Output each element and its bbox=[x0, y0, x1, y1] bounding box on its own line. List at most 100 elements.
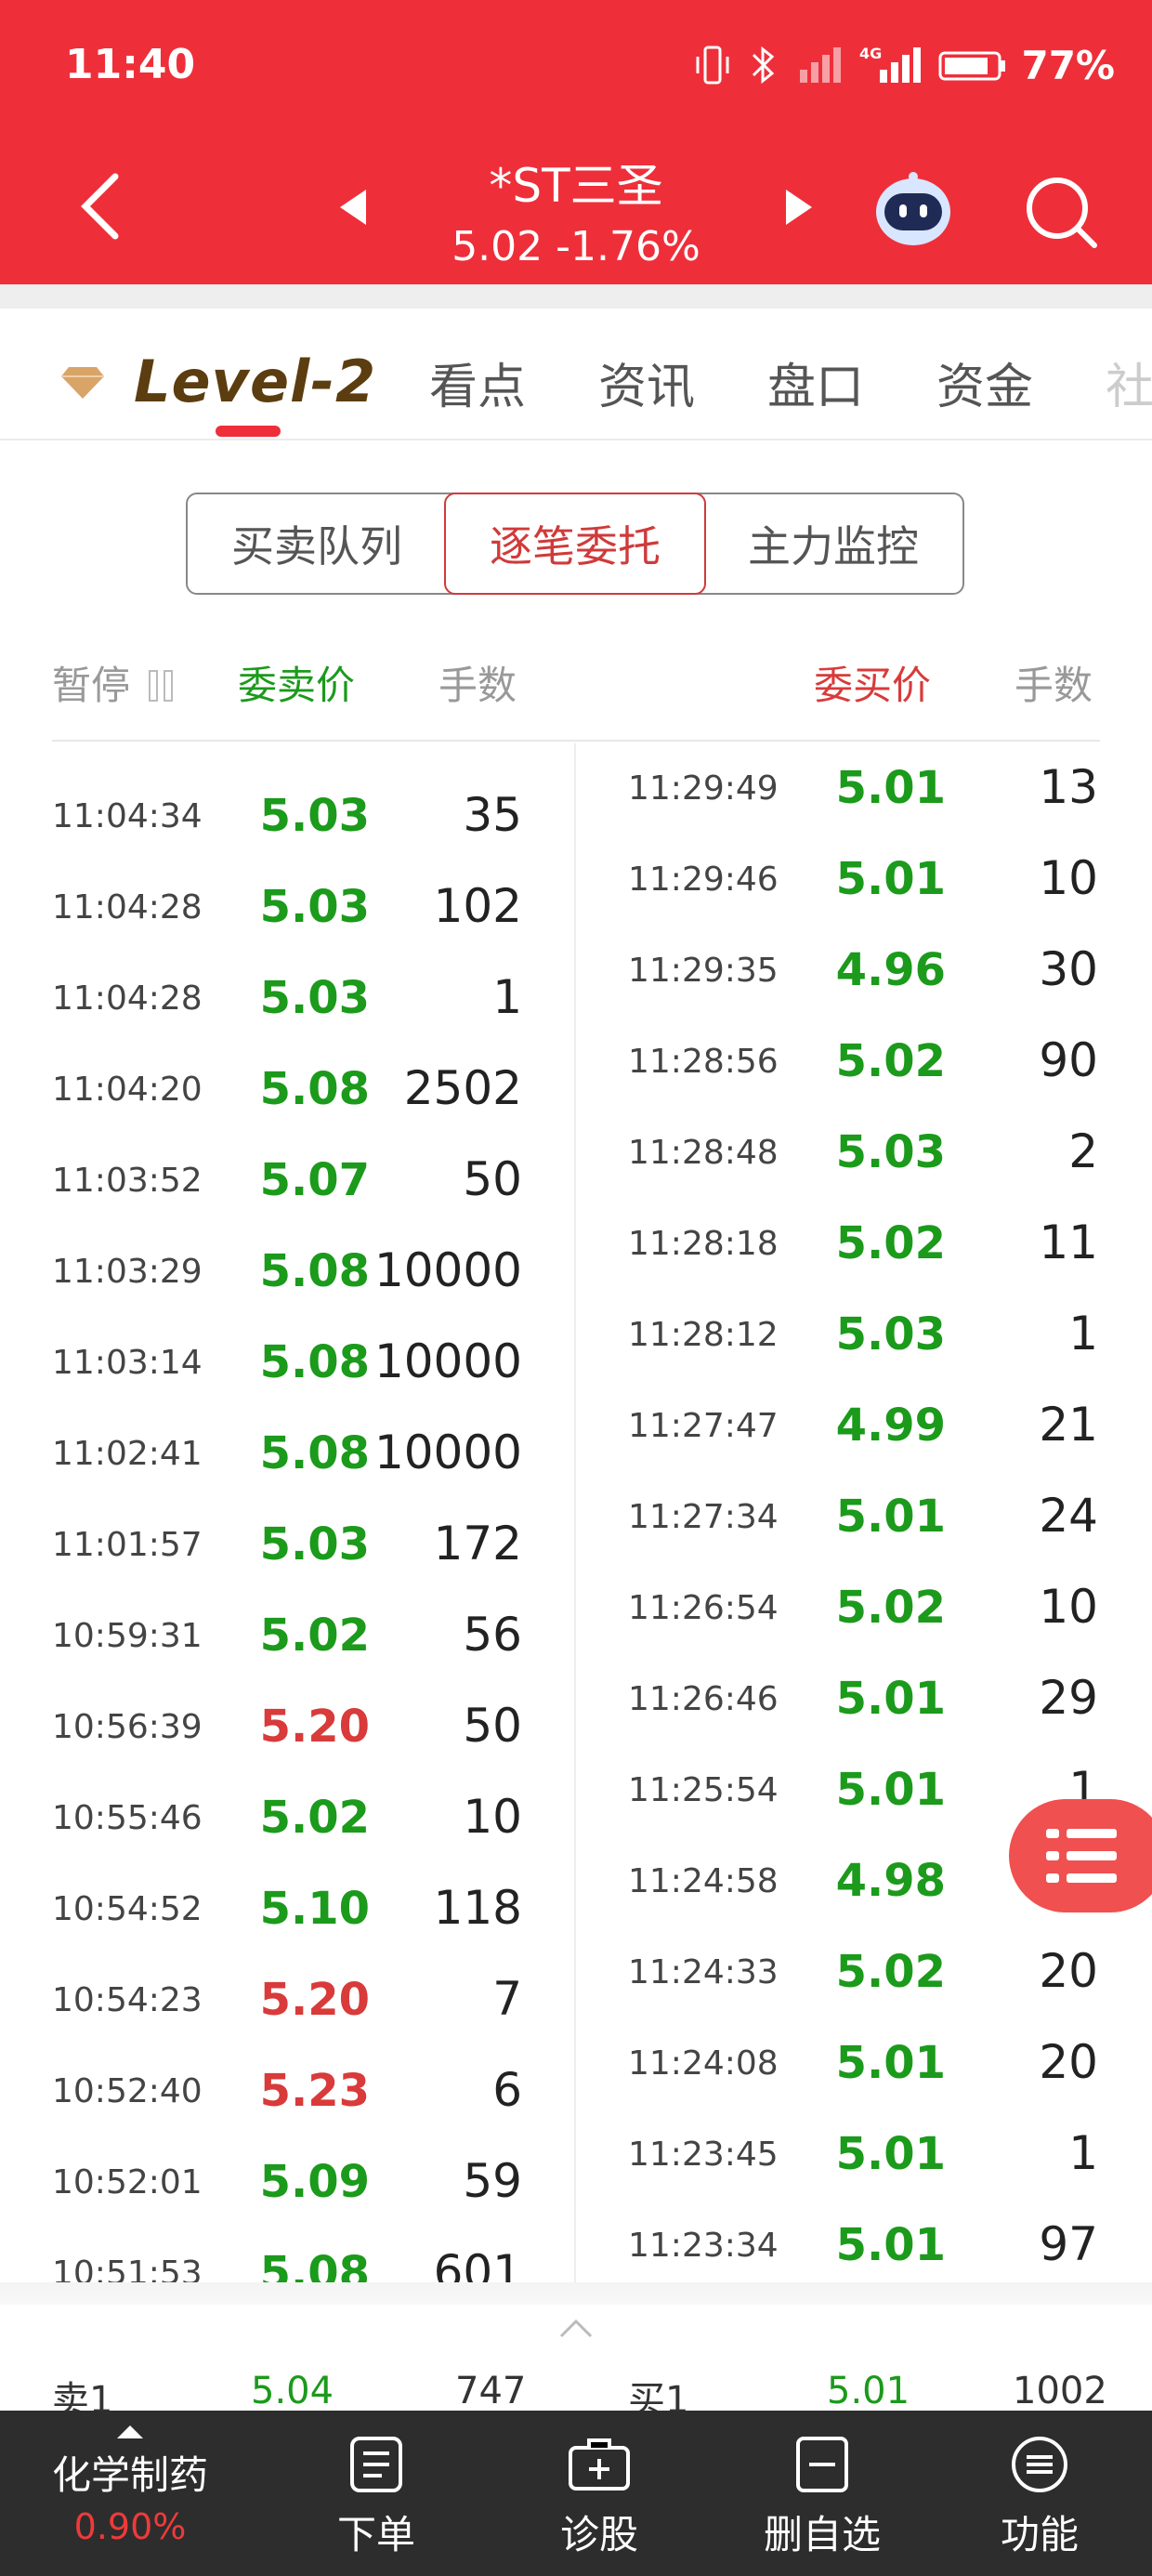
next-stock-icon[interactable] bbox=[780, 186, 818, 229]
sector-button[interactable]: 化学制药 0.90% bbox=[28, 2411, 232, 2576]
order-time: 11:26:54 bbox=[628, 1589, 779, 1627]
bluetooth-icon bbox=[753, 46, 775, 85]
order-qty: 20 bbox=[1039, 1944, 1098, 1998]
signal-4g-icon: 4G bbox=[859, 45, 922, 83]
bottom-toolbar: 化学制药 0.90% 下单 诊股 删自选 功能 bbox=[0, 2411, 1152, 2576]
order-row: 11:29:49 5.01 13 bbox=[0, 743, 1152, 835]
order-time: 11:29:46 bbox=[628, 861, 779, 899]
order-button[interactable]: 下单 bbox=[297, 2411, 455, 2576]
chevron-up-icon[interactable] bbox=[557, 2314, 595, 2342]
order-row: 11:27:47 4.99 21 bbox=[0, 1381, 1152, 1472]
order-qty: 1 bbox=[1068, 2126, 1098, 2180]
order-row: 11:28:18 5.02 11 bbox=[0, 1199, 1152, 1290]
floating-menu-button[interactable] bbox=[1009, 1799, 1152, 1912]
stock-price: 5.02 bbox=[452, 223, 543, 270]
header-separator bbox=[0, 284, 1152, 309]
diagnose-button[interactable]: 诊股 bbox=[520, 2411, 678, 2576]
order-qty: 24 bbox=[1039, 1489, 1098, 1543]
order-time: 11:23:45 bbox=[628, 2136, 779, 2174]
functions-button[interactable]: 功能 bbox=[961, 2411, 1119, 2576]
order-time: 11:24:08 bbox=[628, 2044, 779, 2083]
remove-watchlist-label: 删自选 bbox=[763, 2512, 881, 2557]
sector-name: 化学制药 bbox=[51, 2452, 208, 2498]
vibrate-icon bbox=[696, 46, 729, 85]
stock-name: *ST三圣 bbox=[489, 159, 663, 213]
order-row: 11:28:56 5.02 90 bbox=[0, 1017, 1152, 1108]
order-qty: 1 bbox=[1068, 1307, 1098, 1360]
segment-tick-orders[interactable]: 逐笔委托 bbox=[444, 493, 706, 595]
app-header: 11:40 4G 77% *ST三圣 5.02 -1.76% bbox=[0, 0, 1152, 284]
tab-community[interactable]: 社 bbox=[1106, 348, 1152, 417]
order-row: 11:24:08 5.01 20 bbox=[0, 2018, 1152, 2109]
order-row: 11:24:33 5.02 20 bbox=[0, 1927, 1152, 2018]
order-time: 11:25:54 bbox=[628, 1771, 779, 1809]
document-icon bbox=[350, 2437, 402, 2492]
order-price: 5.01 bbox=[835, 762, 946, 814]
header-sell-lots: 手数 bbox=[439, 663, 517, 708]
tab-news[interactable]: 资讯 bbox=[598, 348, 695, 417]
tab-orderbook[interactable]: 盘口 bbox=[767, 348, 864, 417]
pause-icon bbox=[149, 670, 174, 702]
stock-quote: 5.02 -1.76% bbox=[372, 223, 780, 270]
order-price: 5.03 bbox=[835, 1126, 946, 1178]
order-row: 11:26:46 5.01 29 bbox=[0, 1654, 1152, 1745]
order-price: 5.01 bbox=[835, 1491, 946, 1543]
diamond-icon bbox=[61, 366, 104, 399]
battery-icon bbox=[938, 51, 1006, 81]
order-qty: 10 bbox=[1039, 851, 1098, 905]
tab-level2[interactable]: Level-2 bbox=[59, 348, 376, 415]
minus-box-icon bbox=[796, 2437, 848, 2492]
list-icon bbox=[1046, 1829, 1117, 1883]
order-row: 11:25:54 5.01 1 bbox=[0, 1745, 1152, 1836]
pause-label: 暂停 bbox=[52, 663, 131, 708]
back-arrow-icon[interactable] bbox=[72, 169, 128, 243]
segment-main-monitor[interactable]: 主力监控 bbox=[704, 494, 962, 593]
stock-change: -1.76% bbox=[556, 223, 700, 270]
order-qty: 10 bbox=[1039, 1580, 1098, 1634]
order-row: 11:29:35 4.96 30 bbox=[0, 926, 1152, 1017]
functions-label: 功能 bbox=[1000, 2512, 1079, 2557]
pause-toggle[interactable]: 暂停 bbox=[52, 654, 179, 711]
header-divider bbox=[52, 740, 1100, 742]
order-time: 11:26:46 bbox=[628, 1680, 779, 1718]
prev-stock-icon[interactable] bbox=[334, 186, 372, 229]
status-time: 11:40 bbox=[65, 41, 196, 88]
segment-queue[interactable]: 买卖队列 bbox=[188, 494, 446, 593]
order-row: 11:27:34 5.01 24 bbox=[0, 1472, 1152, 1563]
order-qty: 2 bbox=[1068, 1124, 1098, 1178]
order-price: 5.01 bbox=[835, 2219, 946, 2271]
order-qty: 97 bbox=[1039, 2217, 1098, 2271]
robot-assistant-icon[interactable] bbox=[871, 169, 955, 249]
order-price: 5.01 bbox=[835, 1764, 946, 1816]
order-time: 11:29:35 bbox=[628, 952, 779, 990]
order-row: 11:23:45 5.01 1 bbox=[0, 2109, 1152, 2201]
order-price: 5.02 bbox=[835, 1582, 946, 1634]
order-qty: 11 bbox=[1039, 1216, 1098, 1269]
order-time: 11:29:49 bbox=[628, 769, 779, 808]
order-price: 5.03 bbox=[835, 1308, 946, 1360]
active-tab-indicator bbox=[216, 426, 281, 437]
order-price: 5.02 bbox=[835, 1217, 946, 1269]
order-price: 5.01 bbox=[835, 853, 946, 905]
order-time: 11:27:34 bbox=[628, 1498, 779, 1536]
order-price: 4.96 bbox=[835, 944, 946, 996]
order-time: 11:28:18 bbox=[628, 1225, 779, 1263]
order-price: 5.02 bbox=[835, 1946, 946, 1998]
order-label: 下单 bbox=[336, 2512, 415, 2557]
order-qty: 90 bbox=[1039, 1033, 1098, 1087]
sell1-qty: 747 bbox=[455, 2370, 527, 2412]
sector-change: 0.90% bbox=[73, 2506, 187, 2547]
order-time: 11:28:56 bbox=[628, 1043, 779, 1081]
tab-highlights[interactable]: 看点 bbox=[429, 348, 526, 417]
caret-up-icon bbox=[117, 2425, 143, 2438]
remove-watchlist-button[interactable]: 删自选 bbox=[743, 2411, 901, 2576]
search-icon[interactable] bbox=[1022, 173, 1100, 251]
order-row: 11:29:46 5.01 10 bbox=[0, 835, 1152, 926]
tab-funds[interactable]: 资金 bbox=[936, 348, 1033, 417]
buy1-price: 5.01 bbox=[827, 2370, 910, 2412]
order-row: 11:28:48 5.03 2 bbox=[0, 1108, 1152, 1199]
order-qty: 13 bbox=[1039, 760, 1098, 814]
order-price: 5.01 bbox=[835, 2037, 946, 2089]
buy1-qty: 1002 bbox=[1013, 2370, 1107, 2412]
order-row: 11:26:54 5.02 10 bbox=[0, 1563, 1152, 1654]
